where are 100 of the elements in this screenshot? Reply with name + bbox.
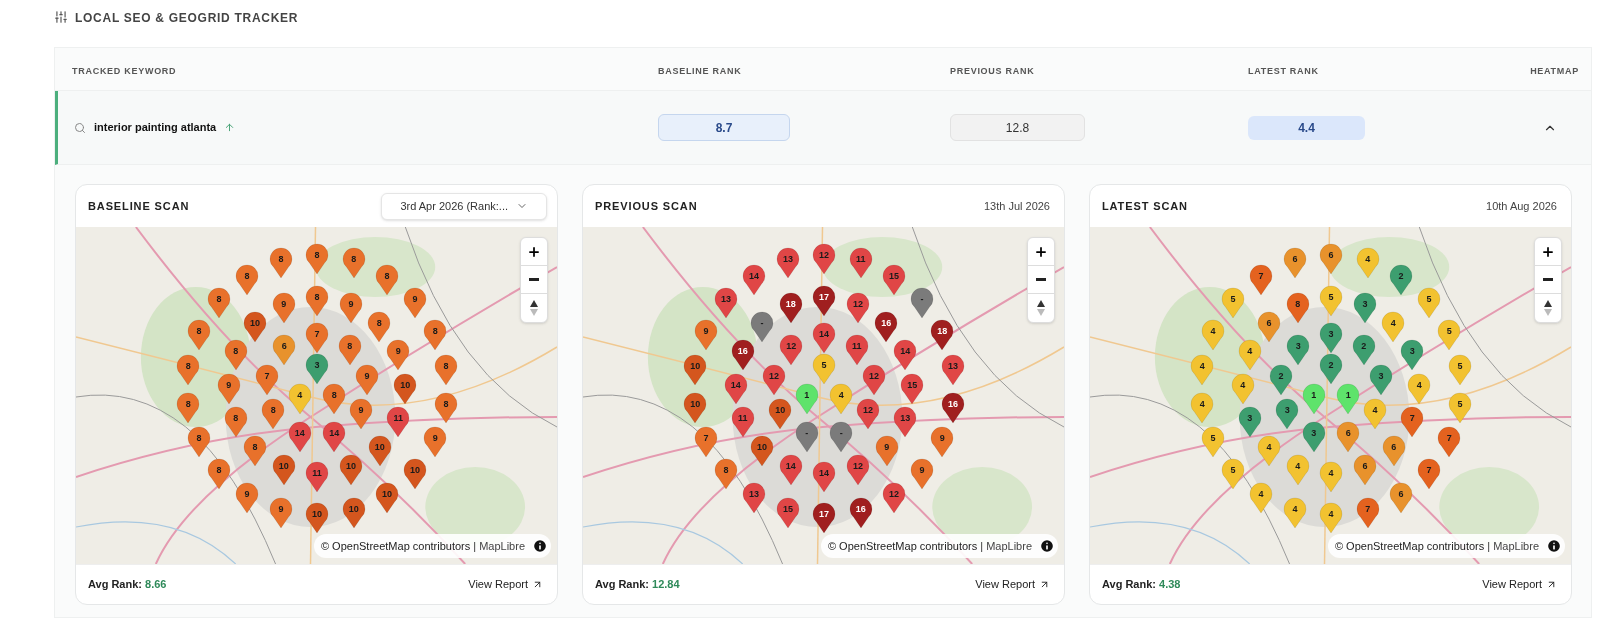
attribution-text: © OpenStreetMap contributors bbox=[1334, 538, 1485, 554]
pin-label: 3 bbox=[1377, 370, 1385, 383]
pin-label: 10 bbox=[373, 441, 386, 454]
external-arrow-icon bbox=[1546, 579, 1557, 590]
pin-label: 3 bbox=[1246, 412, 1254, 425]
pin-label: 4 bbox=[1291, 503, 1299, 517]
pin-label: 10 bbox=[381, 487, 393, 501]
pin-label: 16 bbox=[854, 503, 867, 517]
separator: | bbox=[473, 538, 477, 554]
separator: | bbox=[980, 538, 984, 554]
pin-label: 1 bbox=[1310, 389, 1318, 403]
pin-label: 14 bbox=[328, 427, 341, 440]
pin-label: 16 bbox=[880, 316, 893, 330]
pin-label: 18 bbox=[936, 324, 949, 338]
pin-label: 8 bbox=[722, 463, 730, 477]
column-header: TRACKED KEYWORD bbox=[72, 66, 177, 76]
pin-label: 2 bbox=[1327, 359, 1335, 373]
pin-label: 7 bbox=[1445, 432, 1453, 445]
pin-label: 4 bbox=[1198, 397, 1206, 411]
pin-label: 18 bbox=[784, 297, 797, 311]
pin-label: 10 bbox=[311, 507, 323, 521]
pin-label: 10 bbox=[689, 397, 702, 411]
pin-label: 4 bbox=[1209, 324, 1217, 338]
pin-label: 3 bbox=[1283, 404, 1291, 418]
pin-label: 4 bbox=[1265, 441, 1273, 454]
pin-label: 4 bbox=[1327, 466, 1335, 480]
external-arrow-icon bbox=[532, 579, 543, 590]
pin-label: 6 bbox=[1390, 441, 1398, 454]
pin-label: 13 bbox=[748, 487, 760, 501]
pin-label: 1 bbox=[1344, 389, 1352, 403]
pin-label: 10 bbox=[345, 460, 357, 473]
info-icon[interactable] bbox=[1546, 538, 1562, 554]
maplibre-link[interactable]: MapLibre bbox=[479, 537, 525, 555]
pin-label: 10 bbox=[689, 360, 702, 373]
geogrid-map[interactable]: 6 6 4 7 2 5 8 5 3 5 4 6 3 4 5 4 3 2 3 4 2 5 4 2 3 4 1 1 4 3 4 5 3 7 5 3 6 7 4 6 5 4 4 6 7 4 6 4 4 7 © OpenStreetMap contributors | MapLibre bbox=[1090, 227, 1571, 564]
pin-label: 4 bbox=[1294, 460, 1302, 473]
column-header: BASELINE RANK bbox=[658, 66, 742, 76]
pin-label: 6 bbox=[280, 340, 288, 353]
search-icon bbox=[74, 121, 86, 134]
pin-label: 9 bbox=[225, 378, 233, 392]
pin-label: - bbox=[804, 427, 810, 440]
compass-icon bbox=[1544, 300, 1552, 316]
pin-label: 9 bbox=[883, 441, 891, 454]
pin-label: 8 bbox=[383, 270, 391, 283]
pin-label: 8 bbox=[269, 404, 277, 418]
keyword-row[interactable]: interior painting atlanta 8.7 12.8 4.4 bbox=[55, 91, 1591, 165]
pin-label: 6 bbox=[1361, 460, 1369, 473]
pin-label: 13 bbox=[947, 360, 959, 373]
info-icon[interactable] bbox=[532, 538, 548, 554]
minus-icon bbox=[1543, 278, 1553, 281]
date-dropdown[interactable]: 3rd Apr 2026 (Rank:... bbox=[381, 192, 547, 220]
pin-label: 10 bbox=[277, 460, 290, 473]
pin-label: 10 bbox=[347, 503, 360, 517]
pin-label: 8 bbox=[431, 324, 439, 338]
pin-label: 9 bbox=[702, 324, 710, 338]
pin-label: 8 bbox=[184, 397, 192, 411]
pin-label: - bbox=[838, 427, 844, 440]
pin-label: - bbox=[919, 293, 925, 307]
view-report-link[interactable]: View Report bbox=[975, 576, 1050, 593]
column-header: HEATMAP bbox=[1530, 66, 1579, 76]
pin-label: 9 bbox=[918, 463, 926, 477]
pin-label: 3 bbox=[1408, 345, 1416, 359]
info-icon[interactable] bbox=[1039, 538, 1055, 554]
pin-label: 11 bbox=[311, 466, 323, 480]
pin-label: 15 bbox=[906, 378, 919, 392]
pin-label: 12 bbox=[785, 340, 798, 353]
plus-icon bbox=[1541, 244, 1555, 259]
plus-icon bbox=[1034, 244, 1048, 259]
pin-label: 5 bbox=[1229, 463, 1237, 477]
pin-label: 9 bbox=[243, 487, 251, 501]
attribution-text: © OpenStreetMap contributors bbox=[827, 538, 978, 554]
plus-icon bbox=[527, 244, 541, 259]
geogrid-map[interactable]: 8 8 8 8 8 8 9 8 9 9 8 10 7 8 8 8 6 8 9 8 3 8 9 7 9 10 4 8 8 8 9 8 8 11 8 14 14 9 8 10 8 10 11 10 10 9 10 9 10 10 © OpenStreetMap contributors | MapLibre bbox=[76, 227, 557, 564]
separator: | bbox=[1487, 538, 1491, 554]
view-report-link[interactable]: View Report bbox=[468, 576, 543, 593]
pin-label: 17 bbox=[818, 507, 830, 521]
maplibre-link[interactable]: MapLibre bbox=[1493, 537, 1539, 555]
minus-icon bbox=[529, 278, 539, 281]
pin-label: 15 bbox=[888, 270, 900, 283]
column-header: LATEST RANK bbox=[1248, 66, 1319, 76]
maplibre-link[interactable]: MapLibre bbox=[986, 537, 1032, 555]
pin-label: 13 bbox=[899, 412, 912, 425]
pin-label: 4 bbox=[1415, 378, 1423, 392]
pin-label: 12 bbox=[862, 404, 874, 418]
pin-label: 9 bbox=[938, 432, 946, 445]
view-report-link[interactable]: View Report bbox=[1482, 576, 1557, 593]
pin-label: 7 bbox=[1425, 463, 1433, 477]
pin-label: 8 bbox=[232, 412, 240, 425]
pin-label: 3 bbox=[313, 359, 321, 373]
geogrid-map[interactable]: 13 12 11 14 15 13 18 17 12 - 9 - 14 16 18 16 12 11 14 10 5 13 14 12 12 15 1 4 10 10 12 16 11 13 7 - - 9 10 9 8 14 14 12 9 13 12 15 17 16 © OpenStreetMap contributors | MapLibre bbox=[583, 227, 1064, 564]
pin-label: 10 bbox=[399, 378, 412, 392]
pin-label: 1 bbox=[803, 389, 811, 403]
pin-label: 8 bbox=[251, 441, 259, 454]
pin-label: 12 bbox=[888, 487, 900, 501]
compass-icon bbox=[530, 300, 538, 316]
pin-label: 5 bbox=[1456, 397, 1464, 411]
pin-label: 15 bbox=[782, 503, 794, 517]
pin-label: 5 bbox=[820, 359, 828, 373]
pin-label: 2 bbox=[1277, 370, 1285, 383]
scan-title: LATEST SCAN bbox=[1102, 198, 1188, 214]
